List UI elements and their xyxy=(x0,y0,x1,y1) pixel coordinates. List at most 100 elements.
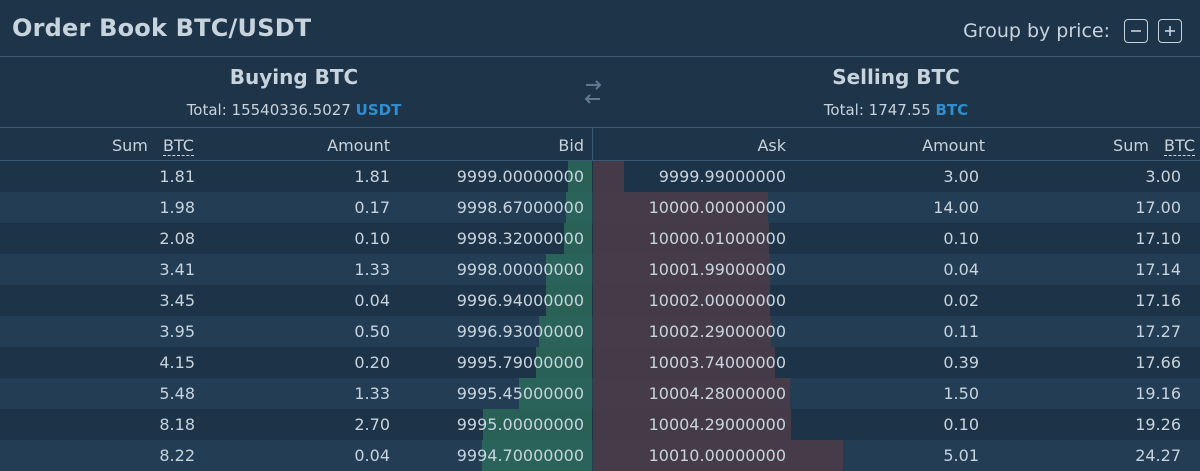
bid-amount-cell: 1.33 xyxy=(354,260,390,279)
panel-header: Buying BTC Total: 15540336.5027 USDT Sel… xyxy=(0,57,1200,128)
bid-amount-cell: 1.33 xyxy=(354,384,390,403)
order-row[interactable]: 4.15 0.20 9995.79000000 10003.74000000 0.39 1… xyxy=(0,347,1200,378)
ask-amount-cell: 0.10 xyxy=(943,229,979,248)
ask-price-cell: 10002.00000000 xyxy=(648,291,786,310)
bid-amount-cell: 0.10 xyxy=(354,229,390,248)
col-ask[interactable]: Ask xyxy=(757,136,786,155)
ask-sum-cell: 17.27 xyxy=(1135,322,1181,341)
bid-price-cell: 9996.94000000 xyxy=(456,291,584,310)
buying-total-value: Total: 15540336.5027 xyxy=(186,101,351,119)
order-row[interactable]: 1.98 0.17 9998.67000000 10000.00000000 14.00… xyxy=(0,192,1200,223)
col-sum-unit[interactable]: BTC xyxy=(162,136,194,156)
buying-total-currency: USDT xyxy=(355,101,402,119)
ask-sum-cell: 17.14 xyxy=(1135,260,1181,279)
group-by-controls: Group by price: xyxy=(963,16,1182,46)
ask-amount-cell: 0.04 xyxy=(943,260,979,279)
bid-price-cell: 9995.45000000 xyxy=(456,384,584,403)
ask-sum-cell: 17.00 xyxy=(1135,198,1181,217)
page-title: Order Book BTC/USDT xyxy=(12,14,312,42)
col-amount-bid[interactable]: Amount xyxy=(327,136,390,155)
ask-sum-cell: 19.26 xyxy=(1135,415,1181,434)
bid-sum-cell: 4.15 xyxy=(159,353,195,372)
ask-amount-cell: 3.00 xyxy=(943,167,979,186)
ask-amount-cell: 5.01 xyxy=(943,446,979,465)
col-sum-label: Sum xyxy=(112,136,148,155)
bid-amount-cell: 0.50 xyxy=(354,322,390,341)
bid-sum-cell: 8.22 xyxy=(159,446,195,465)
bid-amount-cell: 1.81 xyxy=(354,167,390,186)
bid-price-cell: 9995.79000000 xyxy=(456,353,584,372)
order-row[interactable]: 8.22 0.04 9994.70000000 10010.00000000 5.01 2… xyxy=(0,440,1200,471)
order-row[interactable]: 2.08 0.10 9998.32000000 10000.01000000 0.10 1… xyxy=(0,223,1200,254)
minus-icon xyxy=(1131,30,1141,32)
buying-title: Buying BTC xyxy=(229,65,359,89)
ask-sum-cell: 17.66 xyxy=(1135,353,1181,372)
selling-total: Total: 1747.55 BTC xyxy=(824,101,968,119)
ask-price-cell: 10010.00000000 xyxy=(648,446,786,465)
bid-price-cell: 9998.67000000 xyxy=(456,198,584,217)
column-headers: Sum BTC Amount Bid Ask Amount Sum BTC xyxy=(0,128,1200,161)
ask-amount-cell: 1.50 xyxy=(943,384,979,403)
group-minus-button[interactable] xyxy=(1124,19,1148,43)
ask-sum-cell: 24.27 xyxy=(1135,446,1181,465)
bid-sum-cell: 3.45 xyxy=(159,291,195,310)
ask-amount-cell: 0.10 xyxy=(943,415,979,434)
order-row[interactable]: 3.41 1.33 9998.00000000 10001.99000000 0.04 1… xyxy=(0,254,1200,285)
bid-price-cell: 9994.70000000 xyxy=(456,446,584,465)
bid-price-cell: 9996.93000000 xyxy=(456,322,584,341)
order-book-header: Order Book BTC/USDT Group by price: xyxy=(0,0,1200,57)
col-sum2-label: Sum xyxy=(1113,136,1149,155)
bid-sum-cell: 8.18 xyxy=(159,415,195,434)
bid-sum-cell: 5.48 xyxy=(159,384,195,403)
bid-amount-cell: 0.04 xyxy=(354,291,390,310)
bid-amount-cell: 0.04 xyxy=(354,446,390,465)
ask-sum-cell: 17.10 xyxy=(1135,229,1181,248)
swap-icon[interactable] xyxy=(582,79,604,107)
order-row[interactable]: 3.45 0.04 9996.94000000 10002.00000000 0.02 1… xyxy=(0,285,1200,316)
bid-amount-cell: 0.17 xyxy=(354,198,390,217)
selling-title: Selling BTC xyxy=(832,65,960,89)
group-plus-button[interactable] xyxy=(1158,19,1182,43)
ask-price-cell: 10004.29000000 xyxy=(648,415,786,434)
selling-total-currency: BTC xyxy=(935,101,969,119)
bid-price-cell: 9999.00000000 xyxy=(456,167,584,186)
ask-price-cell: 10004.28000000 xyxy=(648,384,786,403)
ask-price-cell: 10000.00000000 xyxy=(648,198,786,217)
order-row[interactable]: 5.48 1.33 9995.45000000 10004.28000000 1.50 1… xyxy=(0,378,1200,409)
plus-icon xyxy=(1165,26,1175,36)
selling-total-value: Total: 1747.55 xyxy=(823,101,931,119)
ask-amount-cell: 0.11 xyxy=(943,322,979,341)
bid-price-cell: 9998.32000000 xyxy=(456,229,584,248)
col-sum-ask[interactable]: Sum BTC xyxy=(1113,136,1195,156)
bid-price-cell: 9995.00000000 xyxy=(456,415,584,434)
ask-sum-cell: 17.16 xyxy=(1135,291,1181,310)
ask-sum-cell: 19.16 xyxy=(1135,384,1181,403)
ask-price-cell: 10000.01000000 xyxy=(648,229,786,248)
bid-amount-cell: 0.20 xyxy=(354,353,390,372)
ask-amount-cell: 0.02 xyxy=(943,291,979,310)
bid-sum-cell: 1.81 xyxy=(159,167,195,186)
col-sum2-unit[interactable]: BTC xyxy=(1164,136,1195,156)
bid-price-cell: 9998.00000000 xyxy=(456,260,584,279)
col-amount-ask[interactable]: Amount xyxy=(922,136,985,155)
bid-sum-cell: 3.95 xyxy=(159,322,195,341)
bid-amount-cell: 2.70 xyxy=(354,415,390,434)
col-bid[interactable]: Bid xyxy=(558,136,584,155)
order-row[interactable]: 8.18 2.70 9995.00000000 10004.29000000 0.10 1… xyxy=(0,409,1200,440)
buying-total: Total: 15540336.5027 USDT xyxy=(187,101,402,119)
bid-sum-cell: 1.98 xyxy=(159,198,195,217)
ask-depth-bar xyxy=(593,161,624,192)
ask-sum-cell: 3.00 xyxy=(1145,167,1181,186)
bid-sum-cell: 3.41 xyxy=(159,260,195,279)
order-row[interactable]: 3.95 0.50 9996.93000000 10002.29000000 0.11 1… xyxy=(0,316,1200,347)
bid-sum-cell: 2.08 xyxy=(159,229,195,248)
ask-price-cell: 9999.99000000 xyxy=(658,167,786,186)
ask-amount-cell: 14.00 xyxy=(933,198,979,217)
group-by-label: Group by price: xyxy=(963,20,1110,42)
order-rows: 1.81 1.81 9999.00000000 9999.99000000 3.00 3.… xyxy=(0,161,1200,471)
ask-amount-cell: 0.39 xyxy=(943,353,979,372)
col-sum-bid[interactable]: Sum BTC xyxy=(112,136,194,156)
order-row[interactable]: 1.81 1.81 9999.00000000 9999.99000000 3.00 3.… xyxy=(0,161,1200,192)
ask-price-cell: 10001.99000000 xyxy=(648,260,786,279)
ask-price-cell: 10003.74000000 xyxy=(648,353,786,372)
